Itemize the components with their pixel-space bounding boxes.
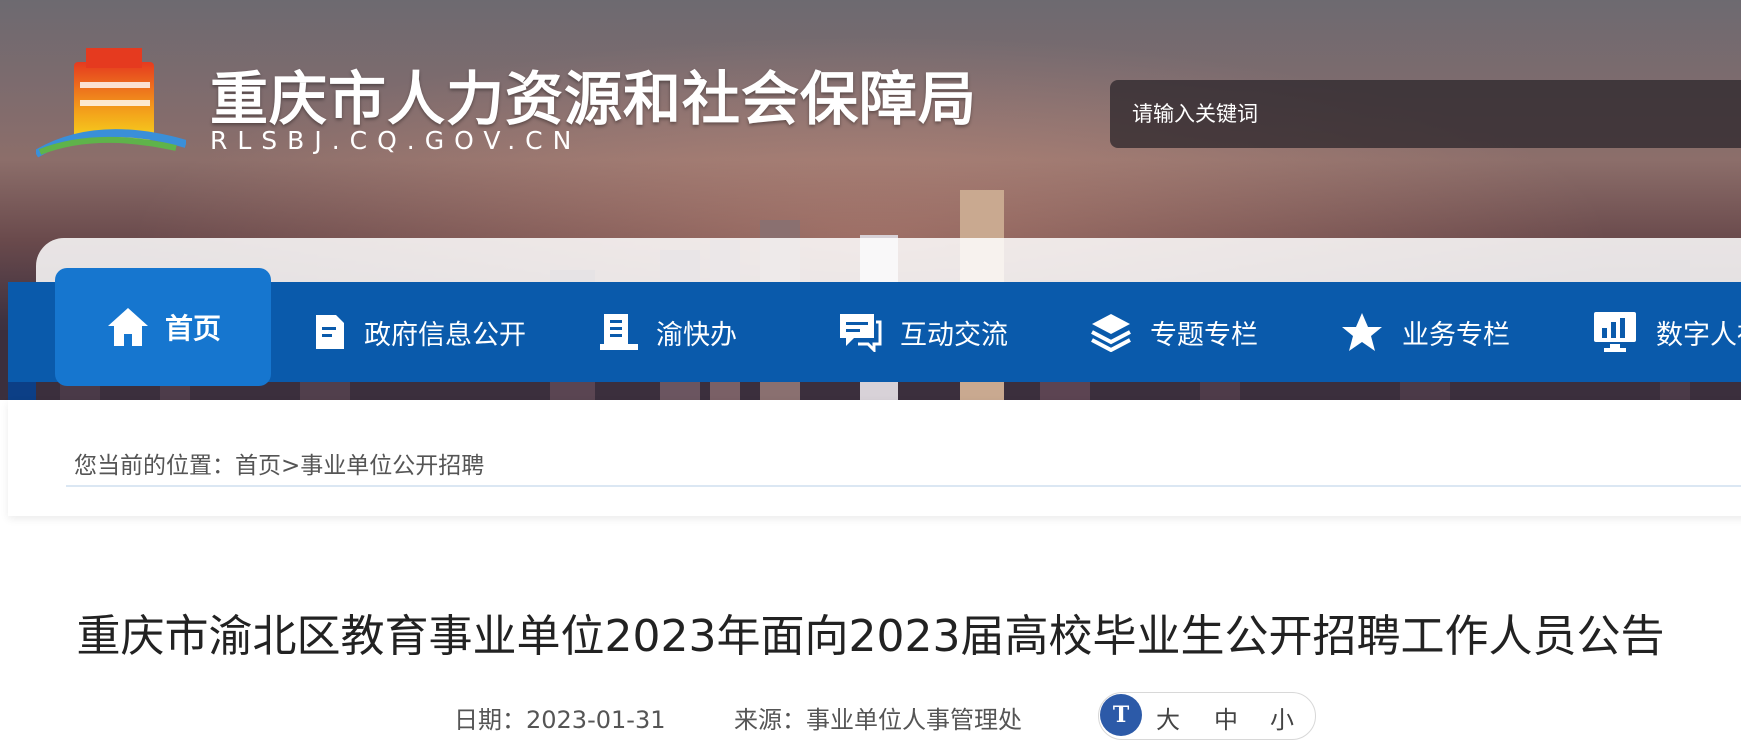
star-icon: [1342, 313, 1382, 351]
document-icon: [316, 315, 344, 349]
text-size-icon: T: [1100, 694, 1142, 736]
nav-item-label: 业务专栏: [1402, 319, 1510, 351]
nav-item-digital[interactable]: 数字人社: [1592, 282, 1741, 382]
nav-item-business[interactable]: 业务专栏: [1340, 282, 1510, 382]
article-title: 重庆市渝北区教育事业单位2023年面向2023届高校毕业生公开招聘工作人员公告: [76, 611, 1665, 662]
breadcrumb-home-link[interactable]: 首页: [235, 453, 281, 479]
nav-item-label: 渝快办: [656, 319, 737, 351]
article-source: 来源：事业单位人事管理处: [734, 700, 1022, 735]
font-size-small-button[interactable]: 小: [1270, 700, 1294, 735]
notebook-icon: [600, 314, 638, 350]
monitor-chart-icon: [1594, 312, 1636, 352]
breadcrumb: 您当前的位置：首页>事业单位公开招聘: [74, 446, 484, 480]
breadcrumb-prefix: 您当前的位置：: [74, 453, 235, 479]
nav-item-label: 数字人社: [1656, 319, 1741, 351]
site-title[interactable]: 重庆市人力资源和社会保障局: [210, 52, 977, 136]
chat-icon: [840, 314, 882, 352]
breadcrumb-current-link[interactable]: 事业单位公开招聘: [300, 453, 484, 479]
nav-item-topics[interactable]: 专题专栏: [1090, 282, 1258, 382]
nav-item-label: 政府信息公开: [364, 319, 526, 351]
home-icon: [107, 308, 148, 346]
nav-item-home[interactable]: 首页: [55, 268, 271, 386]
article-date: 日期：2023-01-31: [454, 700, 665, 735]
date-value: 2023-01-31: [526, 706, 666, 734]
date-label: 日期：: [454, 706, 526, 734]
source-value: 事业单位人事管理处: [806, 706, 1022, 734]
font-size-medium-button[interactable]: 中: [1214, 700, 1238, 735]
source-label: 来源：: [734, 706, 806, 734]
search-input[interactable]: 请输入关键词: [1110, 80, 1741, 148]
nav-item-gov-info[interactable]: 政府信息公开: [314, 282, 526, 382]
nav-item-interaction[interactable]: 互动交流: [838, 282, 1008, 382]
font-size-large-button[interactable]: 大: [1156, 700, 1180, 735]
breadcrumb-divider: [66, 485, 1741, 487]
nav-item-label: 专题专栏: [1150, 319, 1258, 351]
site-logo[interactable]: [36, 48, 186, 164]
nav-item-yukuaiban[interactable]: 渝快办: [600, 282, 737, 382]
nav-item-label: 互动交流: [900, 319, 1008, 351]
breadcrumb-separator: >: [281, 453, 301, 479]
layers-icon: [1091, 314, 1131, 352]
nav-item-label: 首页: [164, 312, 221, 345]
site-domain: RLSBJ.CQ.GOV.CN: [210, 126, 582, 155]
